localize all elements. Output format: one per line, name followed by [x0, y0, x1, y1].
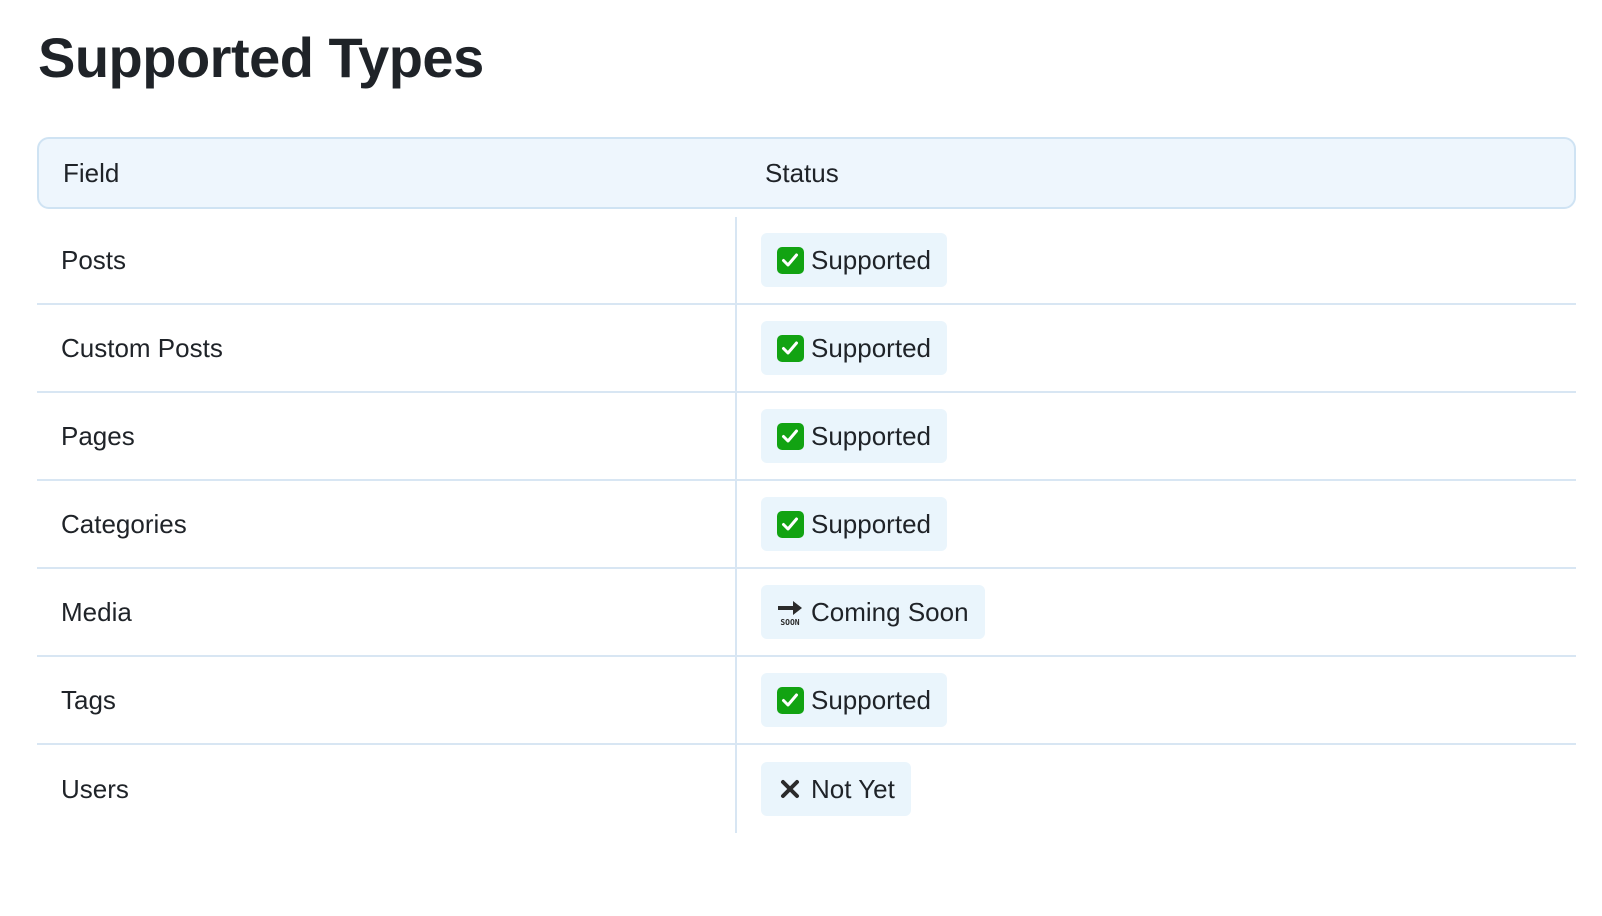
table-header: Field Status — [37, 137, 1576, 209]
status-badge: Supported — [761, 233, 947, 287]
status-label: Supported — [811, 244, 931, 275]
table-row: Custom Posts Supported — [37, 305, 1576, 393]
table-row: Users Not Yet — [37, 745, 1576, 833]
status-badge: Not Yet — [761, 762, 911, 816]
field-cell: Users — [37, 745, 737, 833]
field-cell: Pages — [37, 393, 737, 479]
header-field: Field — [63, 157, 120, 188]
status-badge: Supported — [761, 673, 947, 727]
status-label: Not Yet — [811, 773, 895, 804]
status-label: Supported — [811, 332, 931, 363]
table-row: Categories Supported — [37, 481, 1576, 569]
soon-arrow-icon: SOON — [775, 597, 805, 627]
status-label: Supported — [811, 420, 931, 451]
field-cell: Custom Posts — [37, 305, 737, 391]
soon-icon-text: SOON — [780, 618, 799, 627]
supported-types-table: Field Status Posts Supported Custom Post… — [37, 137, 1576, 833]
field-cell: Media — [37, 569, 737, 655]
status-label: Coming Soon — [811, 596, 969, 627]
status-cell: Supported — [737, 657, 1576, 743]
status-badge: Supported — [761, 321, 947, 375]
status-cell: SOON Coming Soon — [737, 569, 1576, 655]
check-mark-icon — [775, 245, 805, 275]
cross-mark-icon — [775, 774, 805, 804]
status-badge: Supported — [761, 409, 947, 463]
status-cell: Supported — [737, 305, 1576, 391]
check-mark-icon — [775, 421, 805, 451]
table-row: Pages Supported — [37, 393, 1576, 481]
header-status: Status — [765, 157, 839, 188]
field-cell: Posts — [37, 217, 737, 303]
check-mark-icon — [775, 509, 805, 539]
field-cell: Categories — [37, 481, 737, 567]
status-badge: SOON Coming Soon — [761, 585, 985, 639]
status-cell: Supported — [737, 217, 1576, 303]
status-badge: Supported — [761, 497, 947, 551]
status-label: Supported — [811, 508, 931, 539]
table-row: Tags Supported — [37, 657, 1576, 745]
status-cell: Not Yet — [737, 745, 1576, 833]
field-cell: Tags — [37, 657, 737, 743]
table-body: Posts Supported Custom Posts Supported P… — [37, 217, 1576, 833]
table-row: Media SOON Coming Soon — [37, 569, 1576, 657]
page-title: Supported Types — [38, 26, 484, 89]
check-mark-icon — [775, 333, 805, 363]
check-mark-icon — [775, 685, 805, 715]
status-cell: Supported — [737, 393, 1576, 479]
status-label: Supported — [811, 684, 931, 715]
table-row: Posts Supported — [37, 217, 1576, 305]
status-cell: Supported — [737, 481, 1576, 567]
